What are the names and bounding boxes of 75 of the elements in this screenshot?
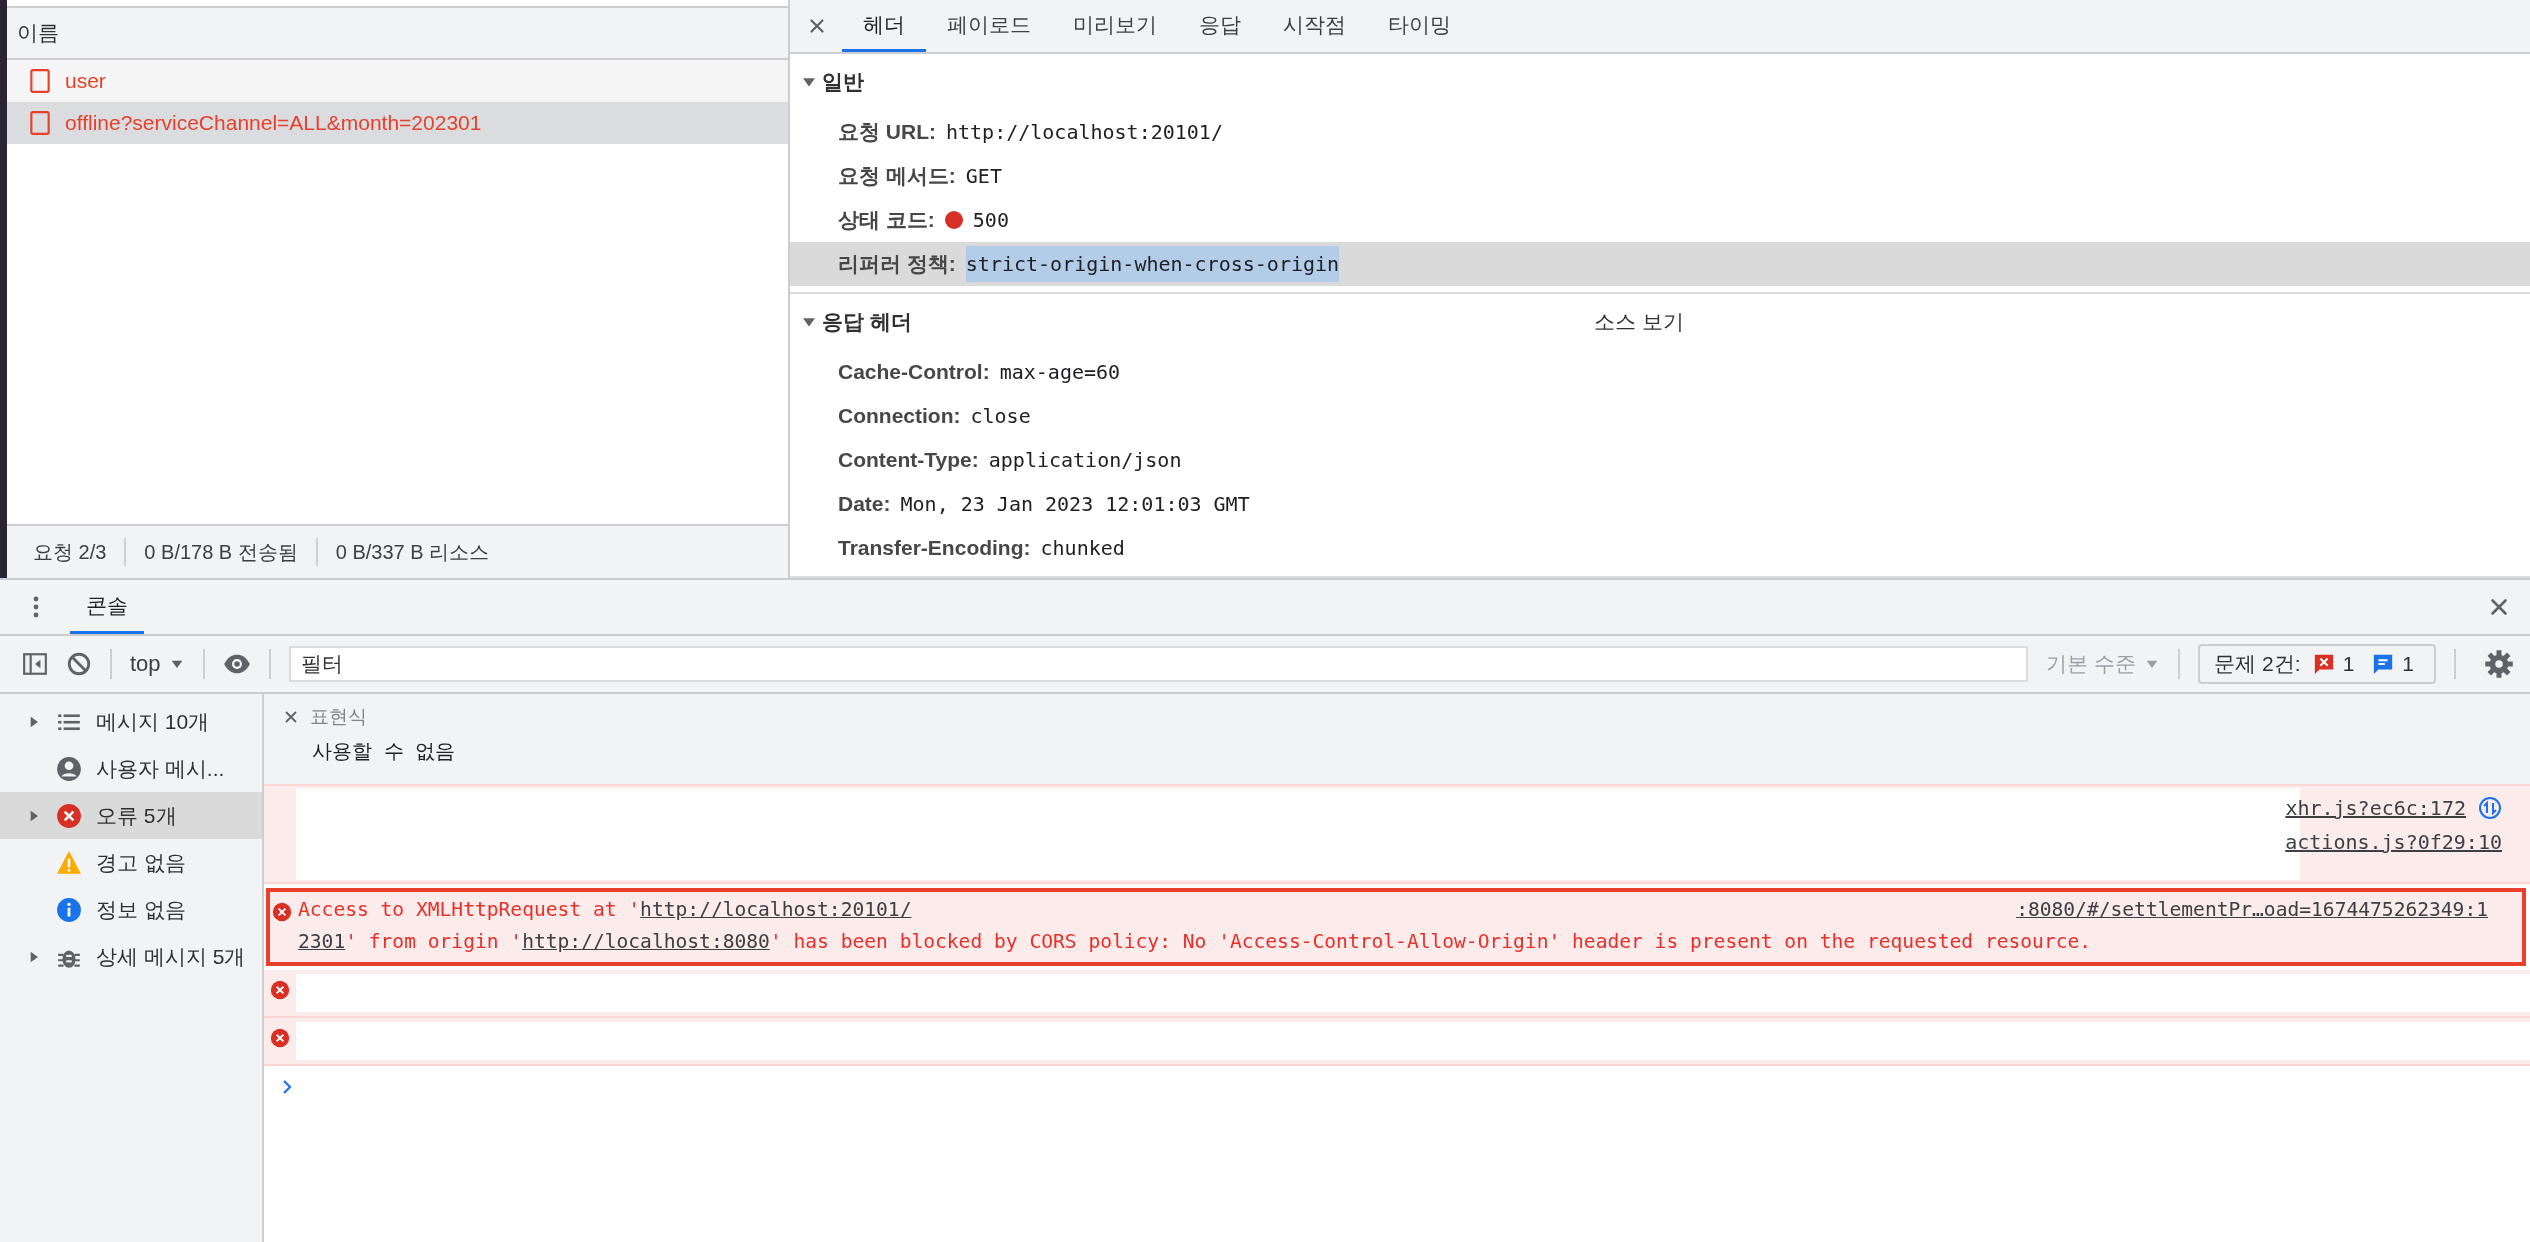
header-name: Connection: [838,404,961,428]
header-name: Transfer-Encoding: [838,536,1031,560]
sidebar-label: 경고 없음 [96,849,186,876]
tab[interactable]: 헤더 [842,0,926,52]
header-value: GET [965,163,1002,190]
network-request-icon[interactable] [2478,796,2502,820]
expression-value: 사용할 수 없음 [312,739,457,764]
header-name: 리퍼러 정책: [838,251,956,277]
section-title[interactable]: 응답 헤더 [822,308,1590,336]
tab[interactable]: 타이밍 [1367,0,1472,52]
url-link[interactable]: http://localhost:20101/ [640,894,912,926]
context-dropdown[interactable]: top [130,651,185,677]
sidebar-label: 메시지 10개 [96,708,210,735]
error-icon [272,902,292,922]
filter-field[interactable]: 필터 [288,646,2029,682]
sidebar-item[interactable]: 사용자 메시... [0,745,262,792]
summary-text: 0 B/178 B 전송됨 [124,538,316,566]
url-link[interactable]: http://localhost:8080 [522,926,770,958]
sidebar-label: 상세 메시지 5개 [96,943,246,970]
summary-text: 0 B/337 B 리소스 [315,538,508,566]
column-header[interactable]: 이름 [17,19,59,47]
user-icon [56,755,82,782]
header-value: max-age=60 [999,359,1121,386]
header-value: chunked [1040,535,1125,562]
error-icon [56,802,82,829]
error-message: Access to XMLHttpRequest at 'http://localhost:20101/ :8080/#/settlementPr…oad=1674475262349:1 2301' from origin 'http://localhost:8080' has been blocked by CORS policy: No 'Access-Control-Allow-Origin' header is present on the requested resource. [298,892,2526,960]
summary-text: 요청 2/3 [32,540,108,565]
section-title[interactable]: 일반 [822,68,1590,96]
sidebar-item[interactable]: 오류 5개 [0,792,262,839]
tab[interactable]: 미리보기 [1052,0,1178,52]
header-value: http://localhost:20101/ [946,119,1223,146]
source-link[interactable]: :8080/#/settlementPr…oad=1674475262349:1 [2016,894,2488,926]
source-link[interactable]: actions.js?0f29:10 [2285,830,2502,854]
sidebar-label: 오류 5개 [96,802,177,829]
sidebar-label: 정보 없음 [96,896,186,923]
view-source-link[interactable]: 소스 보기 [1594,308,1684,336]
sidebar-label: 사용자 메시... [96,755,225,782]
url-link[interactable]: 2301 [298,926,346,958]
error-badge-icon [2312,653,2335,675]
info-icon [56,896,82,923]
issues-button[interactable]: 문제 2건: 1 1 [2198,644,2436,684]
error-icon [270,1028,290,1048]
tab[interactable]: 응답 [1178,0,1262,52]
error-icon [270,980,290,1000]
tab[interactable]: 페이로드 [926,0,1052,52]
message-badge-icon [2372,653,2395,675]
document-icon [27,68,53,94]
header-value: close [970,403,1031,430]
source-link[interactable]: xhr.js?ec6c:172 [2285,796,2466,820]
sidebar-item[interactable]: 경고 없음 [0,839,262,886]
tab[interactable]: 시작점 [1262,0,1367,52]
header-name: Content-Type: [838,448,979,472]
header-name: 요청 메서드: [838,163,956,189]
header-name: 요청 URL: [838,119,936,145]
header-name: 상태 코드: [838,207,935,233]
sidebar-item[interactable]: 메시지 10개 [0,698,262,745]
settings-icon[interactable] [2484,649,2514,679]
header-value: strict-origin-when-cross-origin [965,246,1340,282]
warning-icon [56,849,82,876]
clear-console-icon[interactable] [66,651,92,677]
header-name: Cache-Control: [838,360,990,384]
request-row[interactable]: user [7,60,788,102]
expression-label: 표현식 [310,705,367,729]
sidebar-item[interactable]: 상세 메시지 5개 [0,933,262,980]
message-count: 1 [2402,652,2414,676]
header-value: application/json [988,447,1182,474]
header-value: Mon, 23 Jan 2023 12:01:03 GMT [900,491,1250,518]
header-value: 500 [972,207,1009,234]
header-name: Date: [838,492,891,516]
sidebar-item[interactable]: 정보 없음 [0,886,262,933]
error-count: 1 [2342,652,2355,676]
sidebar-toggle-icon[interactable] [22,651,48,677]
document-icon [27,110,53,136]
request-name: user [65,69,106,93]
request-name: offline?serviceChannel=ALL&month=202301 [65,111,482,135]
